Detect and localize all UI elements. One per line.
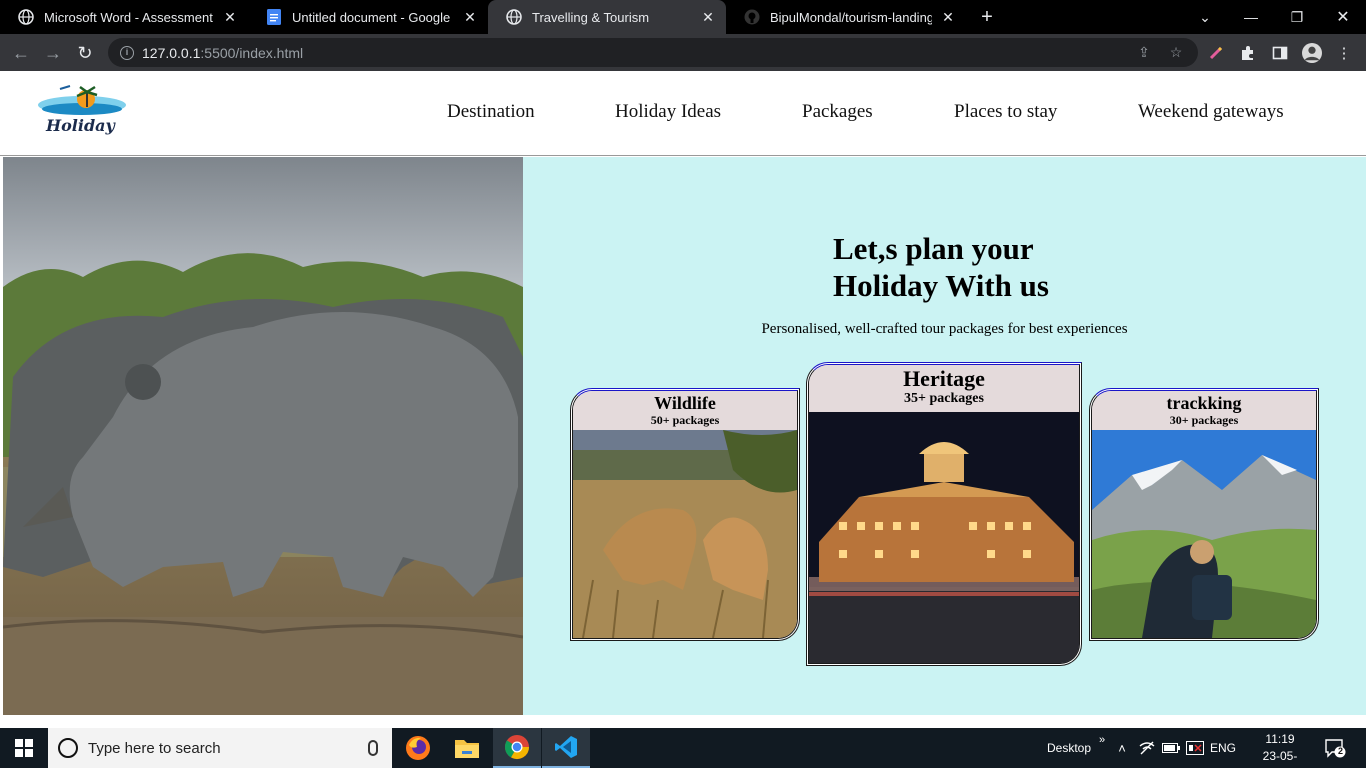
card-heritage[interactable]: Heritage 35+ packages bbox=[806, 362, 1082, 666]
hero-rhino-image bbox=[3, 157, 523, 715]
card-package-count: 50+ packages bbox=[650, 413, 720, 427]
tab-title: Microsoft Word - Assessment Do bbox=[44, 9, 214, 25]
logo-wordmark: Holiday bbox=[45, 116, 117, 135]
hero-panel: Let,s plan your Holiday With us Personal… bbox=[523, 157, 1366, 715]
close-icon[interactable]: ✕ bbox=[700, 9, 716, 26]
desktop-toolbar-label[interactable]: Desktop bbox=[1040, 728, 1098, 768]
card-trekking[interactable]: trackking 30+ packages bbox=[1089, 388, 1319, 641]
nav-weekend-gateways[interactable]: Weekend gateways bbox=[1138, 101, 1284, 123]
profile-avatar[interactable] bbox=[1302, 43, 1322, 63]
nav-holiday-ideas[interactable]: Holiday Ideas bbox=[615, 101, 721, 123]
bookmark-star-icon[interactable]: ☆ bbox=[1164, 38, 1188, 67]
battery-icon[interactable] bbox=[1160, 728, 1182, 768]
card-title: Heritage bbox=[903, 366, 985, 391]
hero-title-line-1: Let,s plan your bbox=[833, 231, 1034, 266]
microphone-icon[interactable] bbox=[368, 740, 378, 756]
browser-tab-strip: Microsoft Word - Assessment Do ✕ Untitle… bbox=[0, 0, 1366, 34]
tab-title: Travelling & Tourism bbox=[532, 9, 650, 25]
close-icon[interactable]: ✕ bbox=[222, 9, 238, 26]
minimize-button[interactable]: — bbox=[1228, 0, 1274, 34]
windows-taskbar: Type here to search Desktop » ˄ ENG 11:1… bbox=[0, 728, 1366, 780]
card-title: Wildlife bbox=[654, 393, 716, 413]
show-hidden-icons-chevron-icon[interactable]: ˄ bbox=[1112, 728, 1132, 768]
card-header: trackking 30+ packages bbox=[1092, 391, 1316, 430]
chrome-taskbar-icon[interactable] bbox=[493, 728, 541, 768]
browser-tab-google-docs[interactable]: Untitled document - Google Driv ✕ bbox=[248, 0, 488, 34]
card-package-count: 30+ packages bbox=[1169, 413, 1239, 427]
tab-title: BipulMondal/tourism-landing-pa bbox=[770, 9, 932, 25]
browser-tab-word[interactable]: Microsoft Word - Assessment Do ✕ bbox=[0, 0, 248, 34]
reload-icon[interactable]: ↻ bbox=[72, 40, 98, 66]
address-bar[interactable]: i 127.0.0.1:5500/index.html ⇪ ☆ bbox=[108, 38, 1198, 67]
nav-packages[interactable]: Packages bbox=[802, 101, 873, 123]
network-disconnected-icon[interactable] bbox=[1136, 728, 1158, 768]
clock-time: 11:19 bbox=[1265, 732, 1295, 746]
tab-search-chevron-icon[interactable]: ⌄ bbox=[1182, 0, 1228, 34]
language-indicator[interactable]: ENG bbox=[1208, 728, 1238, 768]
wildlife-lions-image bbox=[573, 430, 797, 638]
volume-muted-icon[interactable] bbox=[1184, 728, 1206, 768]
search-icon bbox=[58, 738, 78, 758]
back-arrow-icon[interactable]: ← bbox=[8, 40, 34, 66]
windows-start-button[interactable] bbox=[0, 728, 48, 768]
card-header: Wildlife 50+ packages bbox=[573, 391, 797, 430]
extensions-puzzle-icon[interactable] bbox=[1238, 43, 1258, 63]
side-panel-icon[interactable] bbox=[1270, 43, 1290, 63]
site-info-icon[interactable]: i bbox=[120, 45, 134, 60]
windows-logo-icon bbox=[15, 739, 33, 757]
search-placeholder: Type here to search bbox=[88, 739, 221, 757]
page-bottom-strip bbox=[0, 715, 1366, 728]
pen-extension-icon[interactable] bbox=[1206, 43, 1226, 63]
taskbar-search-box[interactable]: Type here to search bbox=[48, 728, 392, 768]
browser-tab-travelling[interactable]: Travelling & Tourism ✕ bbox=[488, 0, 726, 34]
close-icon[interactable]: ✕ bbox=[940, 9, 956, 26]
site-header: Holiday Destination Holiday Ideas Packag… bbox=[0, 71, 1366, 156]
tab-title: Untitled document - Google Driv bbox=[292, 9, 454, 25]
github-icon bbox=[744, 9, 760, 25]
globe-icon bbox=[18, 9, 34, 25]
close-window-button[interactable]: ✕ bbox=[1320, 0, 1366, 34]
forward-arrow-icon[interactable]: → bbox=[40, 40, 66, 66]
url-text: 127.0.0.1:5500/index.html bbox=[142, 44, 304, 61]
card-package-count: 35+ packages bbox=[904, 391, 984, 406]
share-icon[interactable]: ⇪ bbox=[1132, 38, 1156, 67]
toolbar-expand-icon[interactable]: » bbox=[1096, 720, 1108, 760]
notification-count-badge: 2 bbox=[1338, 746, 1344, 756]
hero-title: Let,s plan your Holiday With us bbox=[833, 230, 1049, 304]
close-icon[interactable]: ✕ bbox=[462, 9, 478, 26]
hero-subtitle: Personalised, well-crafted tour packages… bbox=[761, 321, 1128, 337]
restore-button[interactable]: ❐ bbox=[1274, 0, 1320, 34]
clock-date: 23-05-2023 bbox=[1262, 749, 1298, 780]
card-wildlife[interactable]: Wildlife 50+ packages bbox=[570, 388, 800, 641]
holiday-logo[interactable]: Holiday bbox=[30, 83, 130, 141]
browser-toolbar: ← → ↻ i 127.0.0.1:5500/index.html ⇪ ☆ ⋮ bbox=[0, 34, 1366, 71]
firefox-taskbar-icon[interactable] bbox=[394, 728, 442, 768]
notification-center-button[interactable]: 2 bbox=[1320, 728, 1350, 768]
taskbar-clock[interactable]: 11:19 23-05-2023 bbox=[1250, 731, 1310, 782]
nav-places-to-stay[interactable]: Places to stay bbox=[954, 101, 1057, 123]
web-page: Holiday Destination Holiday Ideas Packag… bbox=[0, 71, 1366, 728]
card-title: trackking bbox=[1166, 393, 1242, 413]
vscode-taskbar-icon[interactable] bbox=[542, 728, 590, 768]
browser-tab-github[interactable]: BipulMondal/tourism-landing-pa ✕ bbox=[726, 0, 966, 34]
globe-icon bbox=[506, 9, 522, 25]
trekking-hikers-image bbox=[1092, 430, 1316, 638]
google-docs-icon bbox=[266, 9, 282, 25]
nav-destination[interactable]: Destination bbox=[447, 101, 535, 123]
heritage-building-image bbox=[809, 412, 1079, 663]
new-tab-button[interactable]: + bbox=[976, 6, 998, 28]
hero-title-line-2: Holiday With us bbox=[833, 268, 1049, 303]
card-header: Heritage 35+ packages bbox=[809, 365, 1079, 412]
file-explorer-taskbar-icon[interactable] bbox=[443, 728, 491, 768]
browser-menu-icon[interactable]: ⋮ bbox=[1334, 43, 1354, 63]
